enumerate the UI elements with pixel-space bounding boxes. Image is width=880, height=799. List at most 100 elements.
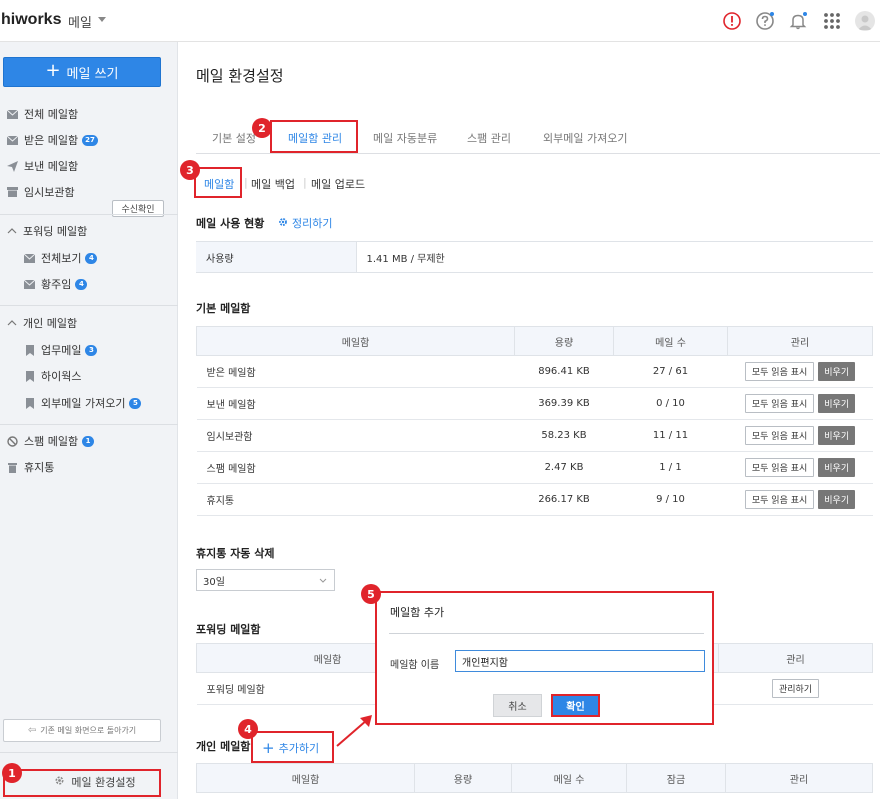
bell-icon[interactable] — [788, 11, 808, 31]
divider — [0, 752, 178, 753]
manage-button[interactable]: 관리하기 — [771, 679, 820, 698]
alert-icon[interactable] — [722, 11, 742, 31]
sidebar-item-forward-all[interactable]: 전체보기 4 — [0, 247, 178, 269]
add-mailbox-button[interactable]: + 추가하기 — [262, 740, 319, 756]
sidebar-item-sent[interactable]: 보낸 메일함 — [0, 155, 178, 177]
mailbox-count: 1 / 1 — [613, 451, 728, 484]
cancel-button[interactable]: 취소 — [493, 694, 542, 717]
sidebar-item-label: 스팸 메일함 — [24, 435, 79, 448]
subtab-mailbox[interactable]: 메일함 — [204, 176, 234, 192]
plus-icon: + — [262, 738, 275, 757]
callout-number: 2 — [252, 118, 272, 138]
count-badge: 3 — [85, 344, 98, 356]
chevron-up-icon — [6, 318, 17, 329]
callout-number: 5 — [361, 584, 381, 604]
mark-all-read-button[interactable]: 모두 읽음 표시 — [744, 394, 815, 413]
mailbox-count: 27 / 61 — [613, 355, 728, 388]
settings-label: 메일 환경설정 — [71, 776, 136, 789]
mailbox-size: 266.17 KB — [514, 483, 614, 516]
mailbox-name-input[interactable]: 개인편지함 — [455, 650, 705, 672]
app-switcher-label[interactable]: 메일 — [68, 12, 92, 31]
tab-spam[interactable]: 스팸 관리 — [467, 130, 511, 146]
mail-settings-link[interactable]: 메일 환경설정 — [30, 769, 160, 795]
column-header: 관리 — [718, 643, 873, 673]
subtab-upload[interactable]: 메일 업로드 — [311, 176, 365, 192]
personal-mailbox-title: 개인 메일함 — [196, 740, 251, 753]
empty-button[interactable]: 비우기 — [818, 362, 856, 381]
usage-title: 메일 사용 현황 — [196, 217, 265, 230]
empty-button[interactable]: 비우기 — [818, 394, 856, 413]
sidebar-item-external[interactable]: 외부메일 가져오기 5 — [0, 392, 178, 414]
forward-mailbox-title: 포워딩 메일함 — [196, 623, 261, 636]
divider — [389, 633, 704, 634]
avatar[interactable] — [855, 11, 875, 31]
group-personal[interactable]: 개인 메일함 — [0, 312, 178, 334]
tab-external[interactable]: 외부메일 가져오기 — [543, 130, 627, 146]
page-title: 메일 환경설정 — [196, 67, 284, 85]
chevron-down-icon — [319, 578, 327, 583]
envelope-icon — [7, 135, 18, 146]
group-forward[interactable]: 포워딩 메일함 — [0, 220, 178, 242]
sidebar-item-inbox[interactable]: 받은 메일함 27 — [0, 129, 178, 151]
paper-plane-icon — [7, 160, 18, 172]
column-header: 메일함 — [196, 326, 515, 356]
trash-icon — [7, 462, 18, 473]
divider: | — [244, 176, 248, 189]
mark-all-read-button[interactable]: 모두 읽음 표시 — [744, 490, 815, 509]
sidebar-item-hiworks[interactable]: 하이웍스 — [0, 365, 178, 387]
empty-button[interactable]: 비우기 — [818, 490, 856, 509]
logo[interactable]: hiworks — [1, 11, 61, 29]
tidy-link[interactable]: 정리하기 — [278, 215, 332, 231]
sidebar-item-label: 하이웍스 — [41, 370, 82, 383]
empty-button[interactable]: 비우기 — [818, 426, 856, 445]
count-badge: 4 — [75, 278, 88, 290]
write-mail-button[interactable]: + 메일 쓰기 — [3, 57, 161, 87]
mark-all-read-button[interactable]: 모두 읽음 표시 — [744, 458, 815, 477]
bookmark-icon — [24, 370, 35, 382]
mark-all-read-button[interactable]: 모두 읽음 표시 — [744, 426, 815, 445]
back-to-old-mail-button[interactable]: ⇦ 기존 메일 화면으로 돌아가기 — [3, 719, 161, 742]
table-row: 임시보관함 58.23 KB 11 / 11 모두 읽음 표시 비우기 — [196, 419, 873, 452]
tidy-label: 정리하기 — [292, 217, 333, 230]
sidebar-item-forward-user[interactable]: 황주임 4 — [0, 273, 178, 295]
sidebar-item-label: 보낸 메일함 — [24, 160, 79, 173]
count-badge: 1 — [82, 435, 95, 447]
sidebar-item-trash[interactable]: 휴지통 — [0, 456, 178, 478]
sidebar: + 메일 쓰기 전체 메일함 받은 메일함 27 보낸 메일함 수신확인 임시보… — [0, 42, 178, 799]
callout-number: 3 — [180, 160, 200, 180]
tab-mailbox-manage[interactable]: 메일함 관리 — [288, 130, 342, 146]
chevron-down-icon[interactable] — [98, 17, 106, 22]
confirm-button[interactable]: 확인 — [551, 694, 600, 717]
sidebar-item-work[interactable]: 업무메일 3 — [0, 339, 178, 361]
tab-auto-sort[interactable]: 메일 자동분류 — [373, 130, 437, 146]
apps-grid-icon[interactable] — [822, 11, 842, 31]
mailbox-name: 받은 메일함 — [196, 355, 515, 388]
basic-mailbox-table: 메일함 용량 메일 수 관리 받은 메일함 896.41 KB 27 / 61 … — [196, 326, 873, 516]
help-icon[interactable] — [755, 11, 775, 31]
usage-table: 사용량 1.41 MB / 무제한 — [196, 241, 873, 273]
chevron-up-icon — [6, 226, 17, 237]
sidebar-item-label: 휴지통 — [24, 461, 55, 474]
gear-icon — [54, 775, 65, 789]
envelope-icon — [24, 279, 35, 290]
sidebar-item-all[interactable]: 전체 메일함 — [0, 103, 178, 125]
arrow-icon — [336, 715, 372, 747]
mailbox-name: 스팸 메일함 — [196, 451, 515, 484]
mailbox-size: 58.23 KB — [514, 419, 614, 452]
write-mail-label: 메일 쓰기 — [66, 66, 119, 82]
sidebar-item-drafts[interactable]: 임시보관함 — [0, 181, 178, 203]
mailbox-size: 2.47 KB — [514, 451, 614, 484]
column-header: 메일 수 — [511, 763, 627, 793]
empty-button[interactable]: 비우기 — [818, 458, 856, 477]
mark-all-read-button[interactable]: 모두 읽음 표시 — [744, 362, 815, 381]
subtab-backup[interactable]: 메일 백업 — [251, 176, 295, 192]
mailbox-name-label: 메일함 이름 — [390, 660, 440, 671]
sidebar-item-label: 받은 메일함 — [24, 134, 79, 147]
count-badge: 4 — [85, 252, 98, 264]
divider — [0, 214, 178, 215]
dialog-title: 메일함 추가 — [390, 606, 445, 619]
sidebar-item-spam[interactable]: 스팸 메일함 1 — [0, 430, 178, 452]
tab-basic[interactable]: 기본 설정 — [212, 130, 256, 146]
trash-auto-delete-select[interactable]: 30일 — [196, 569, 335, 591]
sidebar-item-label: 전체보기 — [41, 252, 82, 265]
